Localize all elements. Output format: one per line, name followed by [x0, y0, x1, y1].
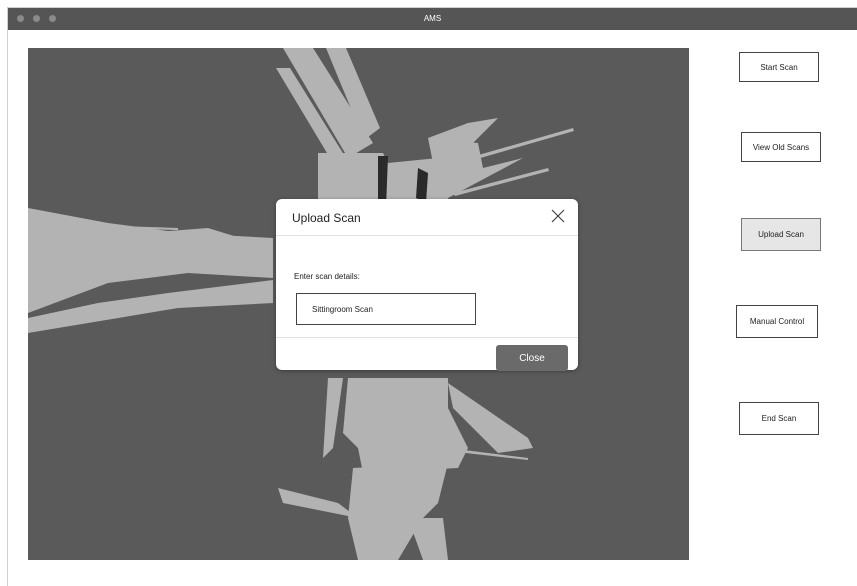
dialog-header: Upload Scan: [276, 199, 578, 236]
window-title: AMS: [423, 14, 442, 23]
close-button[interactable]: Close: [496, 345, 568, 371]
scan-details-label: Enter scan details:: [294, 272, 360, 281]
dialog-divider: [276, 337, 578, 338]
start-scan-button[interactable]: Start Scan: [739, 52, 819, 82]
end-scan-button[interactable]: End Scan: [739, 402, 819, 435]
scan-details-input[interactable]: [296, 293, 476, 325]
view-old-scans-button[interactable]: View Old Scans: [741, 132, 821, 162]
dialog-title: Upload Scan: [292, 211, 361, 225]
close-icon[interactable]: [550, 208, 566, 224]
upload-scan-dialog: Upload Scan Enter scan details: Close: [276, 199, 578, 371]
manual-control-button[interactable]: Manual Control: [736, 305, 818, 338]
upload-scan-button[interactable]: Upload Scan: [741, 218, 821, 251]
title-bar: AMS: [8, 8, 857, 30]
app-window: AMS Start Scan View Old Scans Upload Sca…: [8, 8, 857, 586]
